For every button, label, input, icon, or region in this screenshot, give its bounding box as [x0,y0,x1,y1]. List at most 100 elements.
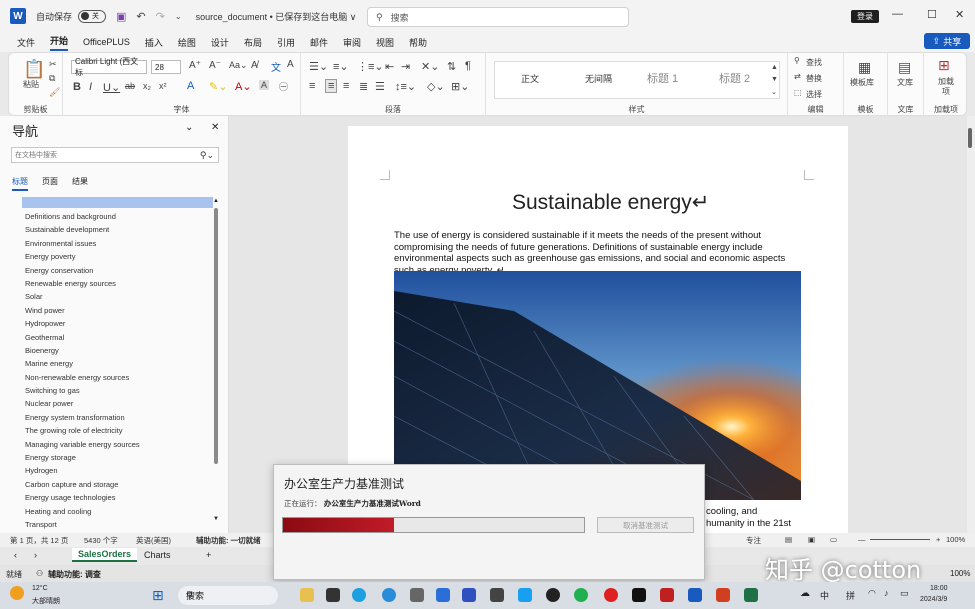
paste-label[interactable]: 粘贴 [23,79,39,90]
nav-tab-results[interactable]: 结果 [72,176,88,191]
borders-icon[interactable]: ⊞⌄ [451,80,469,93]
read-mode-icon[interactable]: ▤ [785,535,792,544]
pinyin-icon[interactable]: 文 [271,59,281,74]
wifi-icon[interactable]: ◠ [868,588,876,599]
underline-icon[interactable]: U⌄ [103,81,120,94]
clear-format-icon[interactable]: A̸ [251,60,258,71]
document-text-tail-1[interactable]: cooling, and [706,506,757,517]
char-shading-icon[interactable]: A [259,80,270,90]
nav-heading-item[interactable]: Wind power [22,304,213,317]
highlight-icon[interactable]: ✎⌄ [209,80,227,93]
zoom-in-icon[interactable]: + [936,535,940,544]
nav-search-input[interactable]: 在文档中搜索 ⚲⌄ [11,147,219,163]
numbering-icon[interactable]: ≡⌄ [333,60,349,73]
nav-close-icon[interactable]: ✕ [211,122,219,133]
template-library-icon[interactable]: ▦ [858,59,871,76]
cancel-benchmark-button[interactable]: 取消基准测试 [597,517,694,533]
paste-icon[interactable]: 📋 [23,59,45,80]
nav-heading-item[interactable]: Hydrogen [22,464,213,477]
nav-heading-item[interactable]: Energy system transformation [22,411,213,424]
taskbar-app-browser-icon[interactable] [382,588,396,602]
align-center-icon[interactable]: ≡ [325,79,338,93]
copy-icon[interactable]: ⧉ [49,73,55,84]
bullets-icon[interactable]: ☰⌄ [309,60,328,73]
nav-heading-item[interactable]: Energy poverty [22,250,213,263]
taskbar-app-store-icon[interactable] [410,588,424,602]
taskbar-app-tool-icon[interactable] [490,588,504,602]
battery-icon[interactable]: ▭ [900,588,909,599]
font-color-icon[interactable]: A⌄ [235,80,252,93]
select-label[interactable]: 选择 [806,89,822,100]
menu-tab-6[interactable]: 布局 [244,36,262,49]
distributed-icon[interactable]: ☰ [375,80,385,93]
nav-selected-heading[interactable] [22,197,213,208]
taskbar-app-bird-icon[interactable] [518,588,532,602]
document-scrollbar[interactable] [967,116,975,533]
taskbar-app-w-icon[interactable] [462,588,476,602]
menu-tab-3[interactable]: 插入 [145,36,163,49]
taskbar-app-qq-icon[interactable] [546,588,560,602]
tray-icon[interactable]: ☁ [800,588,810,599]
nav-heading-item[interactable]: Sustainable development [22,223,213,236]
clock-date[interactable]: 2024/3/9 [920,596,947,603]
replace-icon[interactable]: ⇄ [794,72,801,81]
taskbar-app-explorer-icon[interactable] [300,588,314,602]
nav-heading-item[interactable]: The growing role of electricity [22,424,213,437]
excel-accessibility-status[interactable]: 辅助功能: 调查 [48,569,101,580]
autosave-toggle[interactable]: 关 [78,9,107,23]
shrink-font-icon[interactable]: A⁻ [209,60,221,71]
menu-tab-0[interactable]: 文件 [17,36,35,49]
nav-heading-item[interactable]: Definitions and background [22,210,213,223]
italic-icon[interactable]: I [89,81,92,93]
menu-tab-7[interactable]: 引用 [277,36,295,49]
accessibility-status[interactable]: 辅助功能: 一切就绪 [196,535,261,546]
taskbar-app-red-icon[interactable] [660,588,674,602]
nav-heading-item[interactable]: Hydropower [22,317,213,330]
select-icon[interactable]: ⬚ [794,88,802,97]
taskbar-app-music-icon[interactable] [604,588,618,602]
template-library-label[interactable]: 模板库 [850,77,874,88]
taskbar-app-word-icon[interactable] [688,588,702,602]
save-icon[interactable]: ▣ [116,10,126,23]
sort-icon[interactable]: ⇅ [447,60,456,73]
ime-chinese[interactable]: 中 [820,589,829,602]
nav-heading-item[interactable]: Nuclear power [22,397,213,410]
replace-label[interactable]: 替换 [806,73,822,84]
nav-heading-item[interactable]: Energy conservation [22,264,213,277]
nav-heading-item[interactable]: Non-renewable energy sources [22,371,213,384]
change-case-icon[interactable]: Aa⌄ [229,60,248,71]
menu-tab-11[interactable]: 帮助 [409,36,427,49]
menu-tab-1[interactable]: 开始 [50,34,69,51]
font-name-select[interactable]: Calibri Light (西文标 [71,57,147,77]
increase-indent-icon[interactable]: ⇥ [401,60,410,73]
nav-heading-item[interactable]: Switching to gas [22,384,213,397]
justify-icon[interactable]: ≣ [359,80,368,93]
start-icon[interactable]: ⊞ [152,587,164,604]
taskbar-app-powerpoint-icon[interactable] [716,588,730,602]
nav-heading-item[interactable]: Geothermal [22,331,213,344]
text-effects-icon[interactable]: A [187,80,194,92]
nav-heading-item[interactable]: Transport [22,518,213,531]
focus-mode[interactable]: 专注 [746,535,761,546]
grow-font-icon[interactable]: A⁺ [189,60,201,71]
nav-heading-item[interactable]: Bioenergy [22,344,213,357]
shading-icon[interactable]: ◇⌄ [427,80,445,93]
word-count[interactable]: 5430 个字 [84,535,118,546]
taskbar-app-edge-icon[interactable] [352,588,366,602]
sheet-next-icon[interactable]: › [34,550,37,560]
document-scroll-thumb[interactable] [968,128,972,148]
addins-label[interactable]: 加载项 [936,77,956,97]
menu-tab-8[interactable]: 邮件 [310,36,328,49]
search-input[interactable]: ⚲ 搜索 [367,7,629,27]
zoom-level[interactable]: 100% [946,535,965,544]
find-label[interactable]: 查找 [806,57,822,68]
add-sheet-icon[interactable]: + [206,550,211,560]
align-right-icon[interactable]: ≡ [343,80,349,92]
nav-search-icon[interactable]: ⚲⌄ [200,150,214,161]
font-size-select[interactable]: 28 [151,60,181,74]
weather-desc[interactable]: 大部晴朗 [32,596,60,606]
ime-pinyin[interactable]: 拼 [846,589,855,602]
menu-tab-2[interactable]: OfficePLUS [83,37,130,47]
taskbar-app-excel-icon[interactable] [744,588,758,602]
language[interactable]: 英语(美国) [136,535,171,546]
